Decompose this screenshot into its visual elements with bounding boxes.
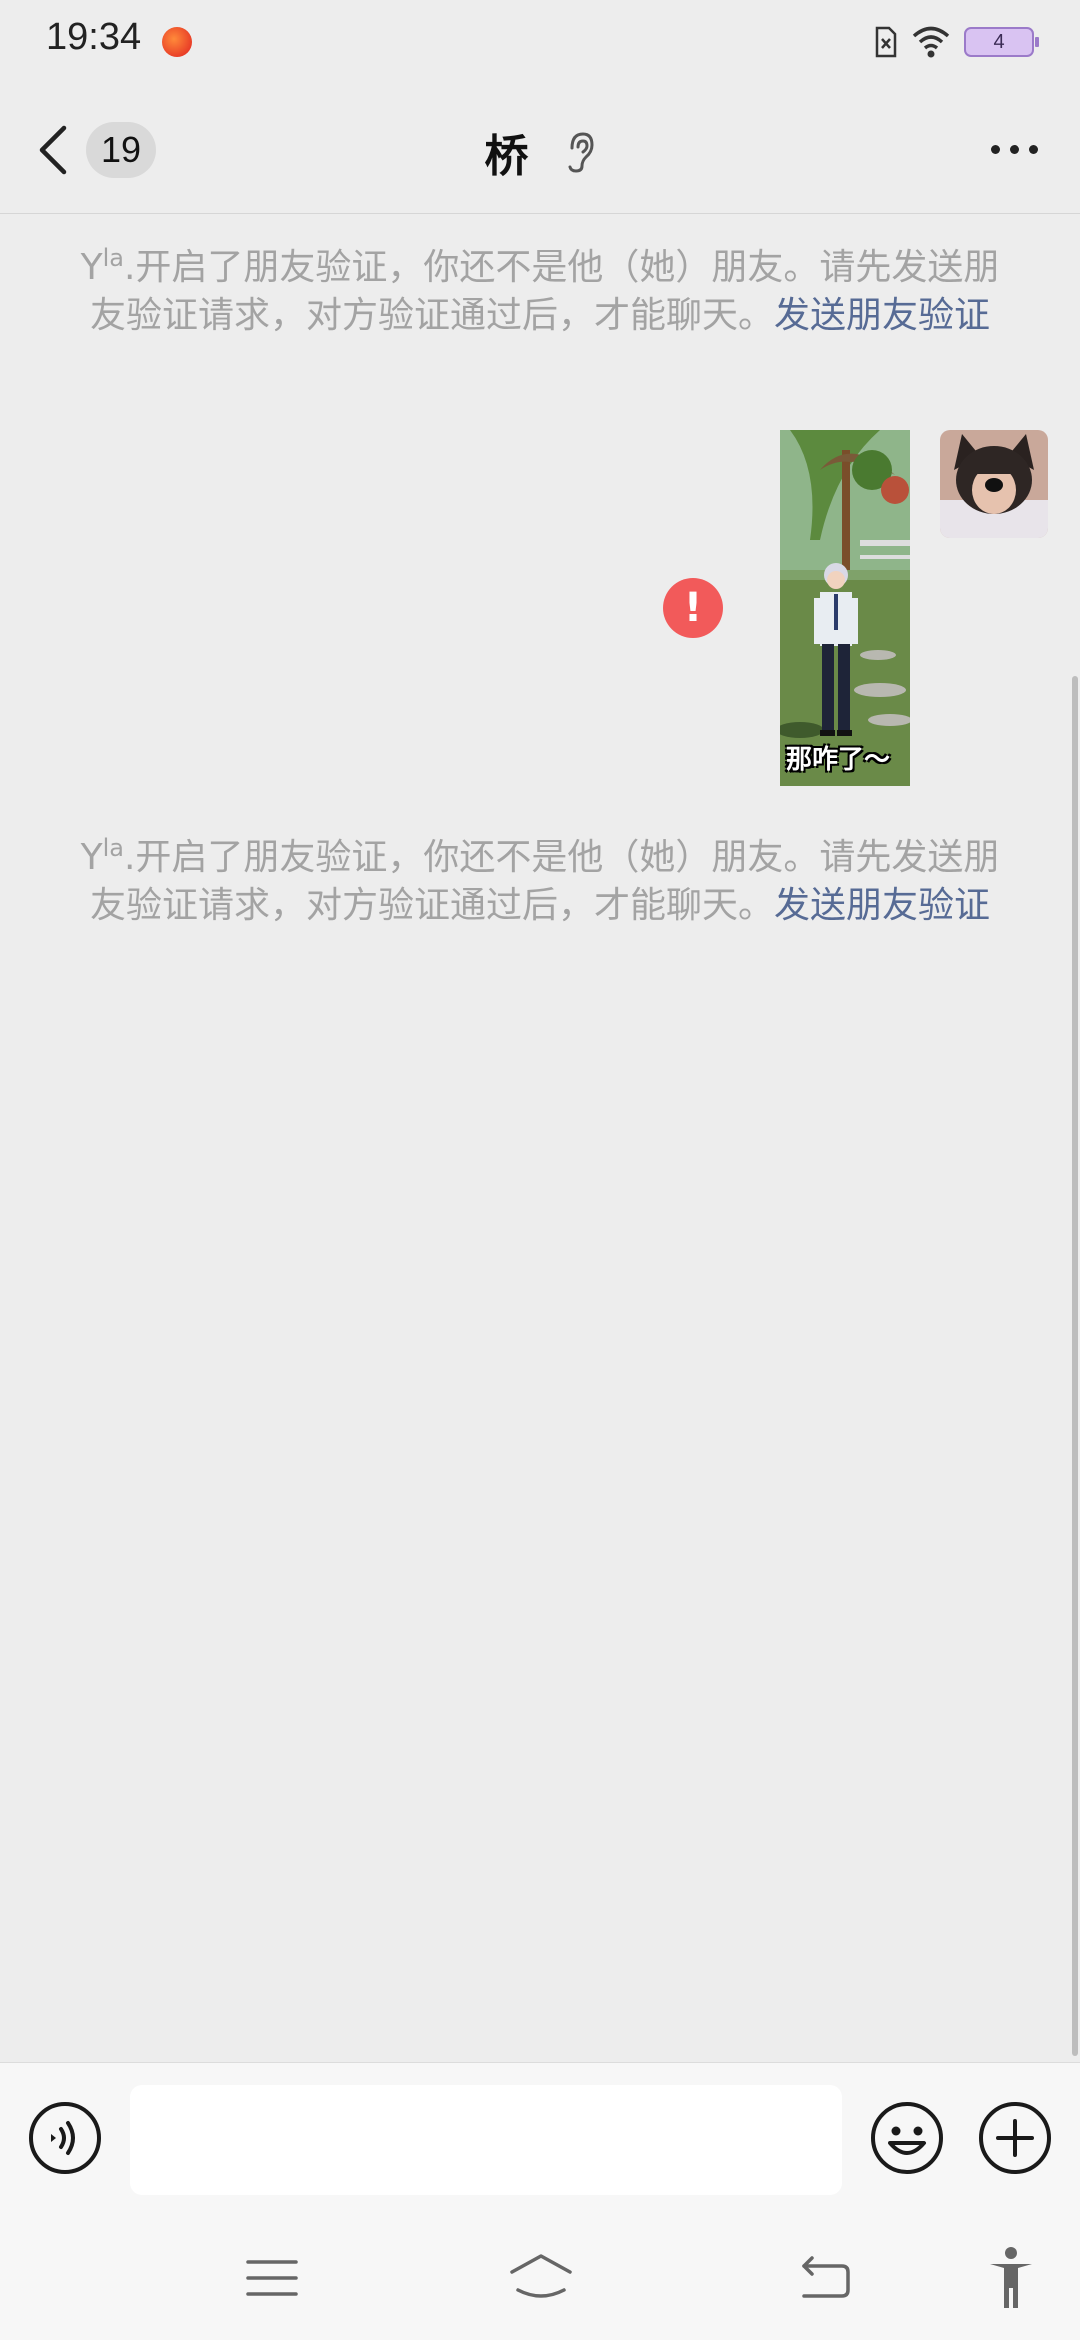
status-icons: 4 (874, 22, 1039, 62)
more-options-button[interactable] (984, 134, 1044, 164)
contact-name: Y (80, 247, 103, 288)
chat-title: 桥 (484, 131, 529, 182)
emoji-icon[interactable] (870, 2101, 944, 2175)
accessibility-icon[interactable] (986, 2246, 1036, 2310)
sticker-image (780, 430, 910, 786)
ear-icon (568, 132, 594, 173)
chat-header: 19 桥 (0, 84, 1080, 214)
system-notice: Yla.开启了朋友验证，你还不是他（她）朋友。请先发送朋友验证请求，对方验证通过… (80, 244, 1000, 340)
system-nav-bar (0, 2216, 1080, 2340)
send-verification-link[interactable]: 发送朋友验证 (774, 295, 990, 336)
app-notification-icon (162, 27, 192, 57)
plus-circle-icon[interactable] (978, 2101, 1052, 2175)
avatar[interactable] (940, 430, 1048, 538)
input-bar (0, 2062, 1080, 2216)
contact-name-superscript: la (102, 244, 124, 272)
exclamation-icon[interactable]: ! (663, 578, 723, 638)
back-arrow-icon[interactable] (794, 2252, 852, 2302)
no-sim-icon (875, 26, 897, 58)
contact-name-superscript: la (102, 834, 124, 862)
voice-icon[interactable] (28, 2101, 102, 2175)
system-notice: Yla.开启了朋友验证，你还不是他（她）朋友。请先发送朋友验证请求，对方验证通过… (80, 834, 1000, 930)
sticker-caption: 那咋了～ (786, 745, 891, 775)
send-verification-link[interactable]: 发送朋友验证 (774, 885, 990, 926)
menu-icon[interactable] (244, 2256, 300, 2300)
wifi-icon (912, 26, 950, 58)
home-icon[interactable] (506, 2250, 576, 2306)
title-area: 桥 (0, 120, 1080, 184)
message-input[interactable] (130, 2085, 842, 2195)
avatar-image (940, 430, 1048, 538)
sticker-message[interactable]: 那咋了～ (780, 430, 910, 786)
status-bar: 19:34 4 (0, 0, 1080, 84)
status-time: 19:34 (46, 16, 142, 58)
battery-icon: 4 (964, 27, 1039, 57)
battery-level: 4 (993, 30, 1005, 53)
more-dots-icon (990, 144, 1000, 154)
scrollbar[interactable] (1072, 676, 1078, 2056)
contact-name: Y (80, 837, 103, 878)
